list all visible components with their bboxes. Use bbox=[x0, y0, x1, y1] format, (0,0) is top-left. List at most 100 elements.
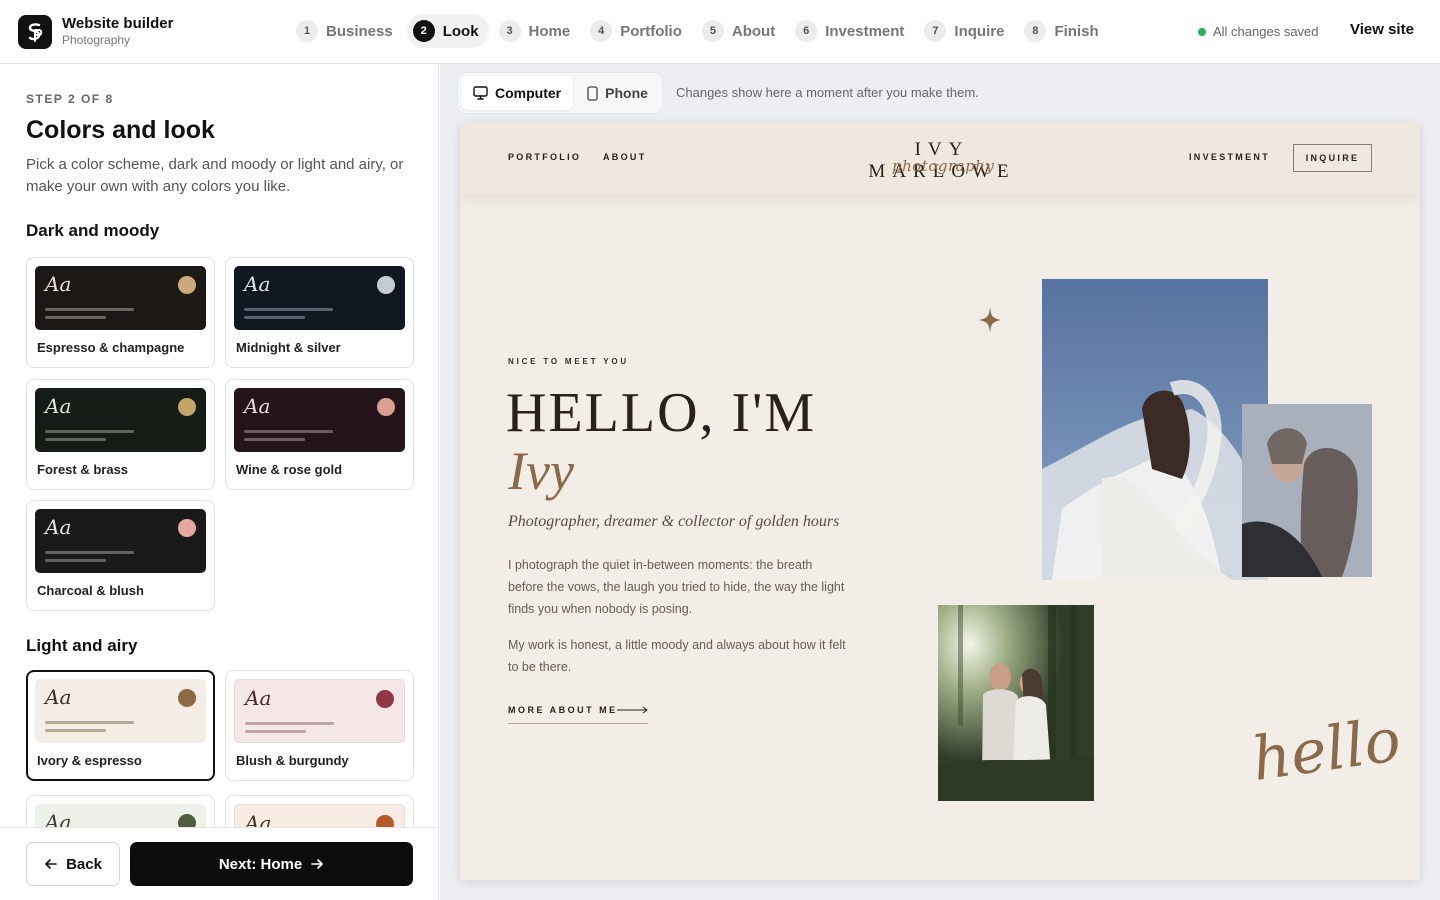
next-button-label: Next: Home bbox=[218, 855, 303, 873]
swatch-line bbox=[45, 438, 106, 441]
swatch-line bbox=[244, 430, 333, 433]
theme-swatch: Aa bbox=[35, 388, 206, 452]
view-site-link[interactable]: View site bbox=[1350, 21, 1414, 38]
step-label: Portfolio bbox=[620, 22, 682, 40]
swatch-line bbox=[45, 559, 106, 562]
site-tagline: Photographer, dreamer & collector of gol… bbox=[508, 513, 840, 530]
back-button[interactable]: Back bbox=[26, 842, 120, 886]
step-number-badge: 5 bbox=[701, 20, 724, 42]
swatch-line bbox=[45, 721, 134, 724]
swatch-line bbox=[45, 308, 134, 311]
site-bio-paragraph-2: My work is honest, a little moody and al… bbox=[508, 638, 846, 674]
swatch-sample-text: Aa bbox=[45, 272, 72, 296]
brand-subtitle: Photography bbox=[62, 33, 131, 47]
swatch-line bbox=[244, 308, 333, 311]
monitor-icon bbox=[473, 86, 488, 100]
step-look[interactable]: 2 Look bbox=[406, 14, 489, 48]
settings-scroll-area[interactable]: STEP 2 OF 8 Colors and look Pick a color… bbox=[26, 64, 414, 827]
site-headline: HELLO, I'M bbox=[506, 382, 817, 444]
theme-name: Blush & burgundy bbox=[236, 753, 349, 768]
step-number-badge: 3 bbox=[498, 20, 521, 42]
theme-card[interactable]: Aa bbox=[225, 795, 414, 827]
swatch-sample-text: Aa bbox=[245, 686, 272, 710]
site-nav-portfolio[interactable]: PORTFOLIO bbox=[508, 152, 581, 162]
swatch-line bbox=[244, 438, 305, 441]
couple-veil-photo bbox=[1242, 404, 1372, 577]
accent-dot-icon bbox=[178, 398, 196, 416]
theme-name: Wine & rose gold bbox=[236, 462, 343, 477]
device-phone-button[interactable]: Phone bbox=[575, 76, 660, 110]
accent-dot-icon bbox=[377, 398, 395, 416]
theme-card[interactable]: Aa Charcoal & blush bbox=[26, 500, 215, 611]
device-phone-label: Phone bbox=[605, 85, 648, 101]
theme-swatch: Aa bbox=[35, 804, 206, 827]
theme-card[interactable]: Aa bbox=[26, 795, 215, 827]
swatch-sample-text: Aa bbox=[245, 811, 272, 827]
step-number-badge: 2 bbox=[412, 20, 435, 42]
logo-icon bbox=[28, 23, 43, 42]
accent-dot-icon bbox=[376, 690, 394, 708]
step-number-badge: 4 bbox=[590, 20, 613, 42]
site-nav-about[interactable]: ABOUT bbox=[603, 152, 647, 162]
brand-title: Website builder bbox=[62, 15, 174, 32]
theme-name: Forest & brass bbox=[37, 462, 129, 477]
step-finish[interactable]: 8 Finish bbox=[1018, 14, 1108, 48]
swatch-sample-text: Aa bbox=[244, 394, 271, 418]
arrow-left-icon bbox=[45, 859, 57, 869]
site-kicker: NICE TO MEET YOU bbox=[508, 357, 629, 366]
theme-name: Ivory & espresso bbox=[37, 753, 142, 768]
device-computer-button[interactable]: Computer bbox=[461, 76, 574, 110]
preview-area: Computer Phone Changes show here a momen… bbox=[440, 64, 1440, 900]
preview-hint: Changes show here a moment after you mak… bbox=[676, 85, 979, 100]
site-inquire-button[interactable]: INQUIRE bbox=[1293, 144, 1372, 172]
swatch-sample-text: Aa bbox=[45, 685, 72, 709]
step-label: Business bbox=[326, 22, 393, 40]
long-arrow-right-icon bbox=[617, 706, 648, 714]
step-label: Finish bbox=[1054, 22, 1099, 40]
step-nav: 1 Business 2 Look 3 Home 4 Portfolio 5 About 6 Inve… bbox=[290, 14, 1109, 48]
theme-card[interactable]: Aa Wine & rose gold bbox=[225, 379, 414, 490]
settings-panel: STEP 2 OF 8 Colors and look Pick a color… bbox=[0, 64, 439, 900]
theme-swatch: Aa bbox=[35, 266, 206, 330]
step-label: Investment bbox=[825, 22, 905, 40]
back-button-label: Back bbox=[66, 855, 102, 873]
top-bar: Website builder Photography 1 Business 2 Lo… bbox=[0, 0, 1440, 64]
site-bio-paragraph-1: I photograph the quiet in-between moment… bbox=[508, 558, 845, 616]
step-investment[interactable]: 6 Investment bbox=[789, 14, 914, 48]
theme-name: Midnight & silver bbox=[236, 340, 341, 355]
dark-group-title: Dark and moody bbox=[26, 221, 160, 240]
accent-dot-icon bbox=[377, 276, 395, 294]
site-nav-investment[interactable]: INVESTMENT bbox=[1189, 152, 1270, 162]
swatch-sample-text: Aa bbox=[45, 515, 72, 539]
theme-card[interactable]: Aa Ivory & espresso bbox=[26, 670, 215, 781]
app-logo[interactable] bbox=[18, 15, 52, 49]
step-number-badge: 8 bbox=[1024, 20, 1047, 42]
step-home[interactable]: 3 Home bbox=[493, 14, 581, 48]
accent-dot-icon bbox=[376, 815, 394, 827]
theme-swatch: Aa bbox=[234, 804, 405, 827]
step-kicker: STEP 2 OF 8 bbox=[26, 92, 114, 106]
step-label: Inquire bbox=[954, 22, 1005, 40]
step-business[interactable]: 1 Business bbox=[290, 14, 403, 48]
theme-swatch: Aa bbox=[234, 388, 405, 452]
swatch-sample-text: Aa bbox=[45, 394, 72, 418]
swatch-line bbox=[245, 730, 306, 733]
site-more-about-link[interactable]: MORE ABOUT ME bbox=[508, 705, 618, 715]
panel-title: Colors and look bbox=[26, 116, 215, 144]
theme-card[interactable]: Aa Midnight & silver bbox=[225, 257, 414, 368]
step-number-badge: 6 bbox=[795, 20, 818, 42]
theme-card[interactable]: Aa Blush & burgundy bbox=[225, 670, 414, 781]
theme-swatch: Aa bbox=[234, 679, 405, 743]
swatch-line bbox=[45, 430, 134, 433]
bride-veil-photo bbox=[1042, 279, 1268, 580]
next-button[interactable]: Next: Home bbox=[130, 842, 413, 886]
theme-card[interactable]: Aa Espresso & champagne bbox=[26, 257, 215, 368]
theme-name: Espresso & champagne bbox=[37, 340, 185, 355]
theme-card[interactable]: Aa Forest & brass bbox=[26, 379, 215, 490]
site-more-underline bbox=[508, 723, 648, 724]
panel-description: Pick a color scheme, dark and moody or l… bbox=[26, 156, 404, 195]
step-label: About bbox=[731, 22, 776, 40]
step-portfolio[interactable]: 4 Portfolio bbox=[584, 14, 692, 48]
step-about[interactable]: 5 About bbox=[696, 14, 785, 48]
step-inquire[interactable]: 7 Inquire bbox=[918, 14, 1014, 48]
